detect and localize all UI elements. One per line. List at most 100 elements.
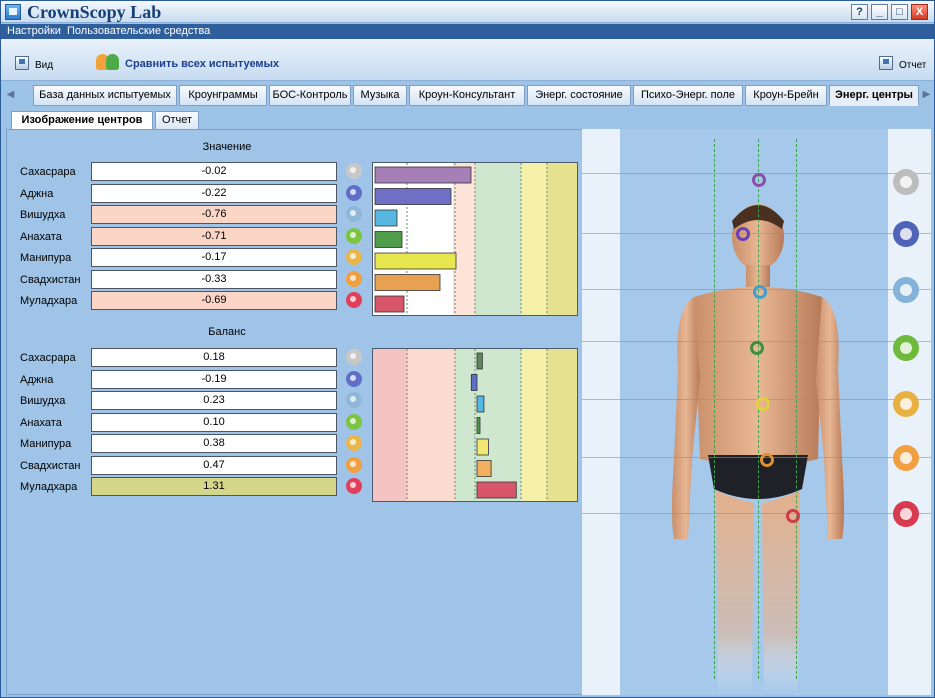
menu-user-tools[interactable]: Пользовательские средства: [67, 25, 210, 37]
anahata-spiral-icon: [750, 341, 764, 355]
chakra-icon: [346, 370, 362, 387]
level-line: [582, 457, 931, 458]
vishuddha-chakra-icon: [893, 277, 919, 303]
ajna-spiral-icon: [736, 227, 750, 241]
bar-2: [374, 209, 398, 227]
row-value: 0.10: [91, 412, 337, 432]
balance-bar-chart: [372, 348, 578, 502]
bar-0: [476, 352, 483, 370]
muladhara-chakra-icon: [893, 501, 919, 527]
subtab-centers-image[interactable]: Изображение центров: [11, 111, 153, 130]
body-visualization: [582, 129, 931, 695]
chakra-icon: [346, 292, 362, 308]
chart-band: [373, 349, 407, 501]
row-value: -0.19: [91, 369, 337, 389]
row-value: -0.76: [91, 205, 337, 224]
human-body-figure: [672, 204, 844, 695]
window-title: CrownScopy Lab: [27, 2, 162, 22]
row-label: Вишудха: [20, 395, 66, 407]
tab-energy-state[interactable]: Энерг. состояние: [527, 85, 631, 106]
guide-line: [796, 139, 797, 679]
row-label: Свадхистан: [20, 459, 81, 472]
close-button[interactable]: X: [911, 4, 928, 20]
tab-psycho-energy-field[interactable]: Психо-Энерг. поле: [633, 85, 743, 106]
balance-section-title: Баланс: [208, 326, 246, 338]
users-compare-icon[interactable]: [96, 54, 120, 70]
row-label: Манипура: [20, 438, 72, 450]
muladhara-spiral-icon: [786, 509, 800, 523]
chakra-icon: [346, 456, 362, 473]
chakra-icon: [346, 227, 362, 244]
row-value: 0.47: [91, 455, 337, 475]
chart-band: [407, 349, 455, 501]
chakra-icon: [346, 478, 362, 494]
bar-chart-svg: [373, 349, 577, 501]
chakra-icon: [346, 392, 362, 408]
menu-settings[interactable]: Настройки: [7, 25, 61, 37]
view-icon[interactable]: [15, 56, 29, 70]
main-tabs: ◀ База данных испытуемых Кроунграммы БОС…: [1, 85, 934, 106]
chakra-icon: [346, 413, 362, 430]
row-value: -0.17: [91, 248, 337, 267]
row-label: Свадхистан: [20, 273, 81, 286]
chart-band: [453, 163, 475, 315]
tab-crown-consultant[interactable]: Кроун-Консультант: [409, 85, 525, 106]
value-bar-chart: [372, 162, 578, 316]
bar-4: [374, 252, 457, 270]
chakra-icon: [346, 349, 362, 365]
row-label: Муладхара: [20, 481, 78, 493]
chakra-icon: [346, 249, 362, 265]
bar-3: [374, 231, 403, 248]
guide-line: [714, 139, 715, 679]
row-value: -0.22: [91, 183, 337, 203]
anahata-chakra-icon: [893, 335, 919, 361]
row-value: -0.33: [91, 269, 337, 289]
help-button[interactable]: ?: [851, 4, 868, 20]
tab-bos-control[interactable]: БОС-Контроль: [269, 85, 351, 106]
chart-band: [547, 349, 577, 501]
maximize-button[interactable]: □: [891, 4, 908, 20]
bar-0: [374, 166, 472, 184]
chakra-icon: [346, 163, 362, 179]
view-button[interactable]: Вид: [35, 60, 53, 71]
manipura-chakra-icon: [893, 391, 919, 417]
chakra-icon: [346, 435, 362, 451]
row-value: -0.71: [91, 226, 337, 246]
tab-scroll-left-icon[interactable]: ◀: [5, 86, 16, 105]
chakra-icon: [346, 206, 362, 222]
row-value: 0.18: [91, 348, 337, 367]
row-label: Муладхара: [20, 295, 78, 307]
report-icon[interactable]: [879, 56, 893, 70]
bar-1: [374, 188, 452, 205]
subtab-report[interactable]: Отчет: [155, 111, 199, 130]
tab-crown-brain[interactable]: Кроун-Брейн: [745, 85, 827, 106]
row-value: 1.31: [91, 477, 337, 496]
ajna-chakra-icon: [893, 221, 919, 247]
tab-energy-centers[interactable]: Энерг. центры: [829, 85, 919, 106]
bar-2: [476, 395, 485, 413]
chart-band: [547, 163, 577, 315]
report-button[interactable]: Отчет: [899, 60, 926, 71]
row-value: -0.69: [91, 291, 337, 310]
compare-all-button[interactable]: Сравнить всех испытуемых: [125, 58, 279, 70]
level-line: [582, 233, 931, 234]
bar-4: [476, 438, 489, 456]
row-label: Сахасрара: [20, 352, 76, 364]
bar-6: [374, 295, 405, 313]
app-icon: [5, 4, 21, 20]
menu-bar: Настройки Пользовательские средства: [1, 24, 934, 39]
value-section-title: Значение: [202, 141, 252, 153]
tab-music[interactable]: Музыка: [353, 85, 407, 106]
chakra-icon: [346, 184, 362, 201]
bar-5: [374, 274, 441, 291]
tab-scroll-right-icon[interactable]: ▶: [921, 86, 932, 105]
tab-crowngrams[interactable]: Кроунграммы: [179, 85, 267, 106]
chart-band: [475, 163, 521, 315]
chart-band: [521, 163, 547, 315]
row-value: 0.23: [91, 391, 337, 410]
chart-band: [455, 349, 521, 501]
row-label: Анахата: [20, 416, 62, 429]
app-window: CrownScopy Lab ? _ □ X Настройки Пользов…: [0, 0, 935, 698]
tab-subjects-db[interactable]: База данных испытуемых: [33, 85, 177, 106]
minimize-button[interactable]: _: [871, 4, 888, 20]
